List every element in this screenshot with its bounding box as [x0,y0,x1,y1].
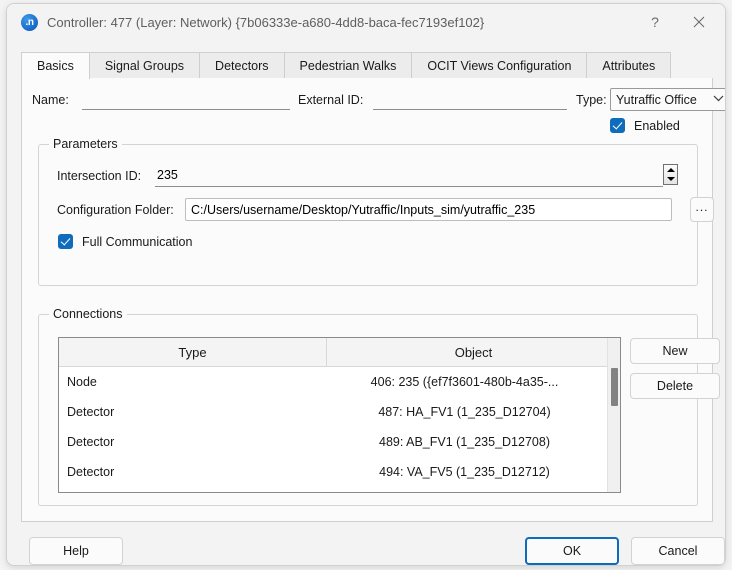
full-communication-checkbox[interactable] [58,234,73,249]
parameters-group: Parameters Intersection ID: Configuratio… [38,137,714,286]
table-row[interactable]: Detector 487: HA_FV1 (1_235_D12704) [59,397,620,427]
cell-object: 489: AB_FV1 (1_235_D12708) [379,435,550,449]
connections-table[interactable]: Type Object Node 406: 235 ({ef7f3601-480… [58,337,621,493]
app-logo-icon: .n [21,14,38,31]
delete-connection-button[interactable]: Delete [630,373,720,399]
intersection-id-label: Intersection ID: [57,169,142,183]
tab-signal-groups[interactable]: Signal Groups [89,52,201,78]
tab-attributes[interactable]: Attributes [587,52,672,78]
configuration-folder-label: Configuration Folder: [57,203,174,217]
enabled-checkbox[interactable] [610,118,625,133]
cancel-button[interactable]: Cancel [631,537,725,565]
enabled-label: Enabled [634,118,680,133]
stepper-up-icon[interactable] [666,167,675,172]
table-scrollbar[interactable] [607,338,620,492]
intersection-id-stepper[interactable] [663,164,678,185]
name-input[interactable] [82,89,290,110]
external-id-input[interactable] [373,89,567,110]
tab-strip: Basics Signal Groups Detectors Pedestria… [21,52,713,79]
stepper-down-icon[interactable] [666,177,675,182]
controller-dialog: .n Controller: 477 (Layer: Network) {7b0… [6,3,726,566]
identity-row: Name: External ID: Type: Yutraffic Offic… [22,88,725,111]
cell-type: Detector [67,405,115,419]
cell-type: Detector [67,435,115,449]
tab-pedestrian-walks[interactable]: Pedestrian Walks [284,52,413,78]
enabled-checkbox-row[interactable]: Enabled [610,118,680,133]
name-label: Name: [32,93,69,107]
cell-object: 487: HA_FV1 (1_235_D12704) [378,405,551,419]
cell-type: Node [67,375,97,389]
external-id-label: External ID: [298,93,364,107]
cell-type: Detector [67,465,115,479]
table-row[interactable]: Node 406: 235 ({ef7f3601-480b-4a35-... [59,367,620,397]
table-row[interactable]: Detector 489: AB_FV1 (1_235_D12708) [59,427,620,457]
configuration-folder-input[interactable] [185,198,672,221]
connections-group: Connections Type Object Node 406: 235 ({… [38,307,720,506]
table-row[interactable]: Detector 496: HA_FV5 (1_235_D12713) [59,487,620,492]
full-communication-label: Full Communication [82,234,193,249]
cell-object: 406: 235 ({ef7f3601-480b-4a35-... [370,375,559,389]
table-scrollbar-thumb[interactable] [611,368,618,406]
tab-basics[interactable]: Basics [21,52,90,79]
basics-tab-page: Name: External ID: Type: Yutraffic Offic… [21,78,725,522]
column-header-object[interactable]: Object [327,338,620,366]
tab-ocit-views-configuration[interactable]: OCIT Views Configuration [412,52,588,78]
intersection-id-input[interactable] [155,165,663,187]
title-bar: .n Controller: 477 (Layer: Network) {7b0… [7,4,725,41]
help-button[interactable]: Help [29,537,123,565]
column-header-type[interactable]: Type [59,338,327,366]
chevron-down-icon [713,94,724,105]
type-dropdown[interactable]: Yutraffic Office [610,88,725,111]
parameters-group-title: Parameters [49,137,122,151]
dialog-footer: Help OK Cancel [7,523,725,565]
connections-group-title: Connections [49,307,127,321]
type-selected-value: Yutraffic Office [616,92,697,107]
table-row[interactable]: Detector 494: VA_FV5 (1_235_D12712) [59,457,620,487]
cell-object: 494: VA_FV5 (1_235_D12712) [379,465,550,479]
browse-folder-button[interactable]: ... [690,197,714,222]
window-title: Controller: 477 (Layer: Network) {7b0633… [47,15,485,30]
tab-detectors[interactable]: Detectors [200,52,285,78]
type-label: Type: [576,93,607,107]
new-connection-button[interactable]: New [630,338,720,364]
close-icon[interactable] [677,4,721,40]
titlebar-help-icon[interactable]: ? [633,4,677,40]
full-communication-checkbox-row[interactable]: Full Communication [58,234,192,249]
ok-button[interactable]: OK [525,537,619,565]
table-header-row: Type Object [59,338,620,367]
